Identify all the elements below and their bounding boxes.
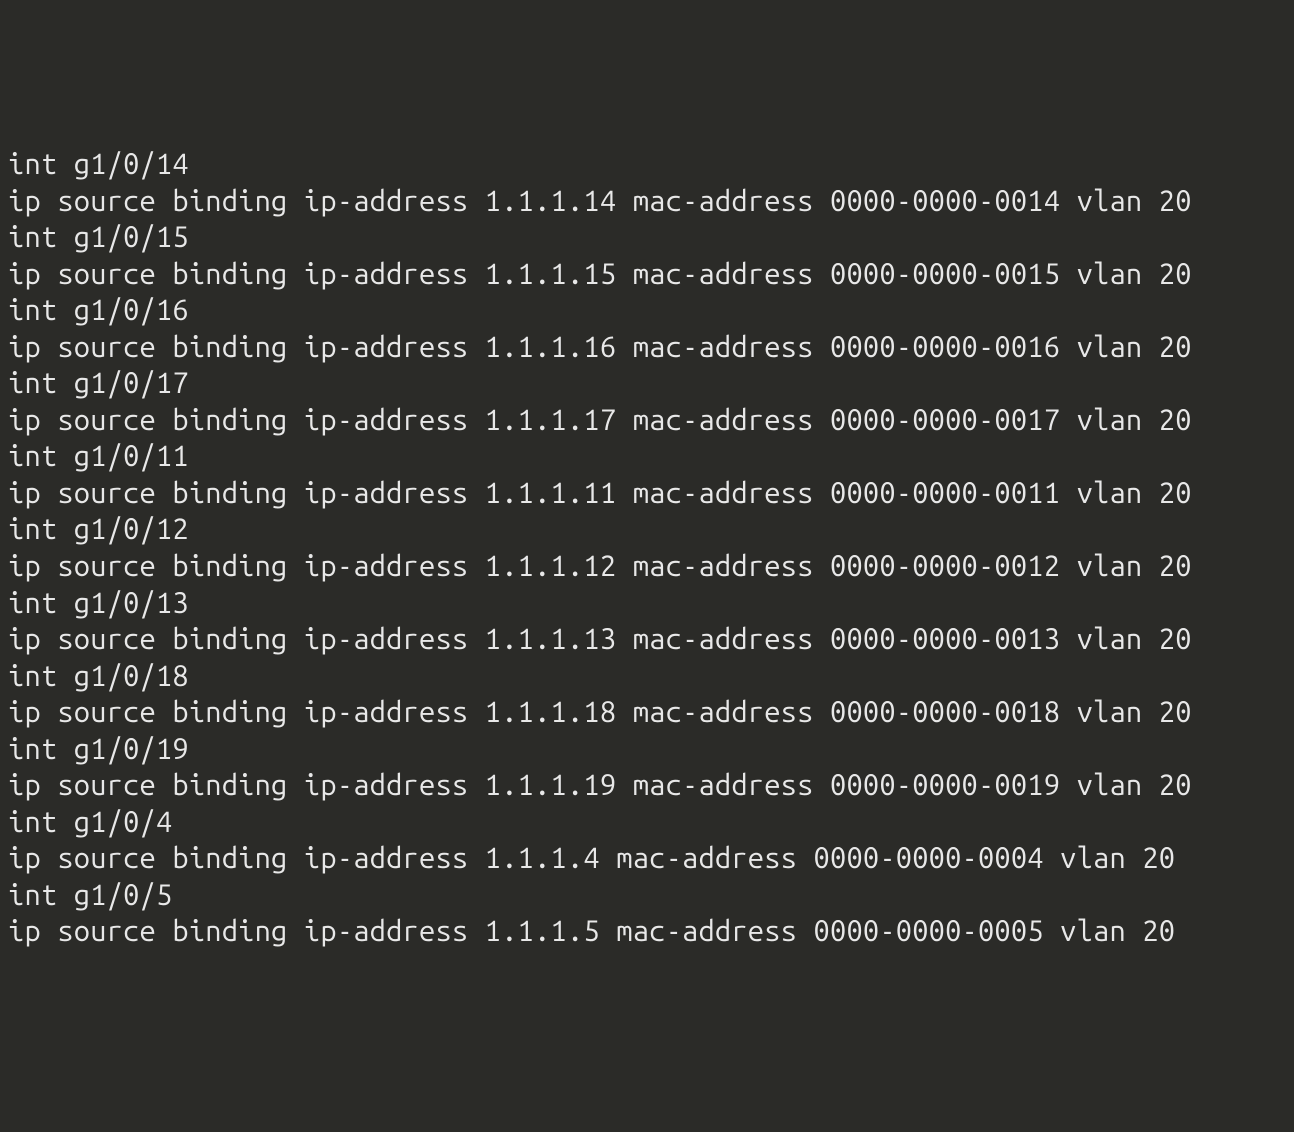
terminal-line: int g1/0/11 <box>8 438 1294 475</box>
terminal-output[interactable]: int g1/0/14ip source binding ip-address … <box>0 146 1294 950</box>
terminal-line: ip source binding ip-address 1.1.1.4 mac… <box>8 840 1294 877</box>
terminal-line: int g1/0/15 <box>8 219 1294 256</box>
terminal-line: ip source binding ip-address 1.1.1.11 ma… <box>8 475 1294 512</box>
terminal-line: ip source binding ip-address 1.1.1.15 ma… <box>8 256 1294 293</box>
terminal-line: ip source binding ip-address 1.1.1.5 mac… <box>8 913 1294 950</box>
terminal-line: int g1/0/16 <box>8 292 1294 329</box>
terminal-line: int g1/0/19 <box>8 731 1294 768</box>
terminal-line: ip source binding ip-address 1.1.1.13 ma… <box>8 621 1294 658</box>
terminal-line: int g1/0/14 <box>8 146 1294 183</box>
terminal-line: ip source binding ip-address 1.1.1.17 ma… <box>8 402 1294 439</box>
terminal-line: ip source binding ip-address 1.1.1.14 ma… <box>8 183 1294 220</box>
terminal-line: int g1/0/17 <box>8 365 1294 402</box>
terminal-line: int g1/0/5 <box>8 877 1294 914</box>
terminal-line: ip source binding ip-address 1.1.1.19 ma… <box>8 767 1294 804</box>
terminal-line: int g1/0/18 <box>8 658 1294 695</box>
terminal-line: int g1/0/13 <box>8 585 1294 622</box>
terminal-line: ip source binding ip-address 1.1.1.18 ma… <box>8 694 1294 731</box>
terminal-line: ip source binding ip-address 1.1.1.12 ma… <box>8 548 1294 585</box>
terminal-line: int g1/0/12 <box>8 511 1294 548</box>
terminal-line: ip source binding ip-address 1.1.1.16 ma… <box>8 329 1294 366</box>
terminal-line: int g1/0/4 <box>8 804 1294 841</box>
